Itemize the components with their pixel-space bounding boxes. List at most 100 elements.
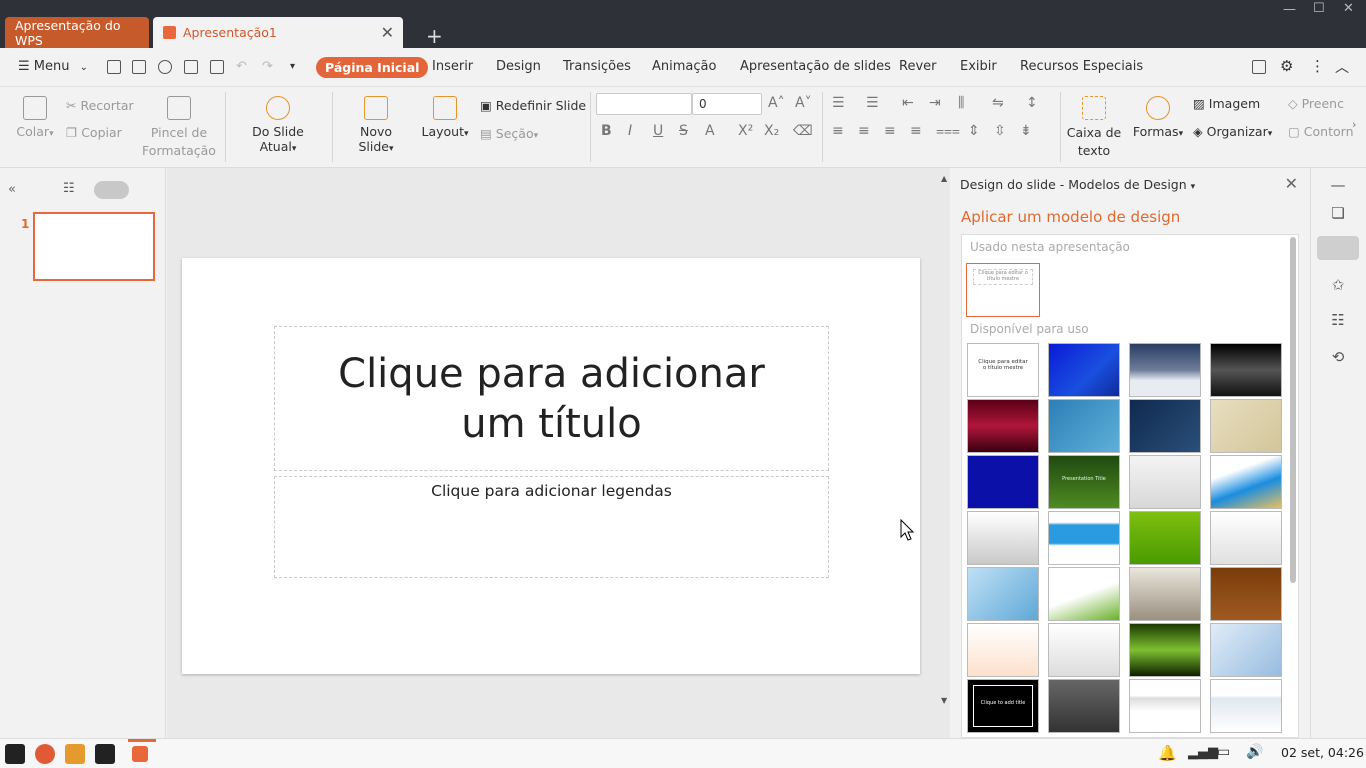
tab-inserir[interactable]: Inserir xyxy=(432,59,473,74)
bullets-icon[interactable]: ☰ xyxy=(832,95,845,111)
scroll-down-icon[interactable]: ▼ xyxy=(941,696,947,705)
strikethrough-icon[interactable]: S xyxy=(679,123,688,139)
layout-button[interactable]: Layout▾ xyxy=(420,96,470,139)
paragraph-spacing-icon[interactable]: ⇳ xyxy=(994,123,1006,139)
save-icon[interactable] xyxy=(132,60,146,74)
template-thumb[interactable] xyxy=(967,623,1039,677)
gallery-scrollbar[interactable] xyxy=(1290,237,1296,583)
scroll-up-icon[interactable]: ▲ xyxy=(941,174,947,183)
template-thumb[interactable] xyxy=(1048,623,1120,677)
editor-icon[interactable] xyxy=(95,744,115,764)
text-box-button[interactable]: Caixa de texto xyxy=(1066,96,1122,160)
template-thumb[interactable] xyxy=(1129,455,1201,509)
template-thumb[interactable] xyxy=(1210,679,1282,733)
section-button[interactable]: ▤ Seção▾ xyxy=(480,126,538,141)
canvas-scrollbar[interactable]: ▲ ▼ xyxy=(940,168,950,738)
tab-apresentacao[interactable]: Apresentação de slides xyxy=(740,59,891,74)
template-thumb[interactable]: Presentation Title xyxy=(1048,455,1120,509)
text-direction-icon[interactable]: ⇋ xyxy=(992,95,1004,111)
history-icon[interactable]: ⟲ xyxy=(1329,348,1347,366)
columns-icon[interactable]: ⫼ xyxy=(958,95,964,111)
increase-font-icon[interactable]: A˄ xyxy=(768,95,785,111)
tab-exibir[interactable]: Exibir xyxy=(960,59,997,74)
reset-slide-button[interactable]: ▣ Redefinir Slide xyxy=(480,98,586,113)
battery-icon[interactable]: ▭ xyxy=(1217,744,1230,760)
template-thumb[interactable] xyxy=(1210,343,1282,397)
close-tab-icon[interactable]: ✕ xyxy=(381,23,394,42)
decrease-font-icon[interactable]: A˅ xyxy=(795,95,812,111)
tab-rever[interactable]: Rever xyxy=(899,59,936,74)
tab-wps-home[interactable]: Apresentação do WPS xyxy=(5,17,149,48)
numbering-icon[interactable]: ☰ xyxy=(866,95,879,111)
maximize-icon[interactable]: ☐ xyxy=(1313,1,1325,16)
paste-button[interactable]: Colar▾ xyxy=(15,96,55,139)
distribute-icon[interactable]: ⩶ xyxy=(936,123,960,139)
template-thumb[interactable] xyxy=(1129,511,1201,565)
ribbon-scroll-right-icon[interactable]: › xyxy=(1352,118,1356,131)
text-mode-icon[interactable] xyxy=(1252,60,1266,74)
eraser-icon[interactable]: ⌫ xyxy=(793,123,813,139)
font-size-field[interactable]: 0 xyxy=(692,93,762,115)
template-thumb[interactable] xyxy=(1129,623,1201,677)
more-options-icon[interactable]: ⋮ xyxy=(1310,57,1325,75)
template-thumb[interactable] xyxy=(1210,511,1282,565)
decrease-indent-icon[interactable]: ⇤ xyxy=(902,95,914,111)
print-preview-icon[interactable] xyxy=(210,60,224,74)
volume-icon[interactable]: 🔊 xyxy=(1246,744,1263,760)
template-thumb[interactable] xyxy=(1048,679,1120,733)
slide[interactable]: Clique para adicionar um título Clique p… xyxy=(182,258,920,674)
wps-presentation-icon[interactable] xyxy=(132,746,148,762)
notifications-icon[interactable]: 🔔 xyxy=(1158,744,1177,762)
export-icon[interactable] xyxy=(158,60,172,74)
template-thumb[interactable]: Clique to add title xyxy=(967,679,1039,733)
outline-view-icon[interactable]: ☷ xyxy=(63,181,75,196)
template-thumb[interactable] xyxy=(1048,511,1120,565)
line-spacing-icon[interactable]: ↕ xyxy=(1026,95,1038,111)
open-folder-icon[interactable] xyxy=(107,60,121,74)
print-icon[interactable] xyxy=(184,60,198,74)
tab-animacao[interactable]: Animação xyxy=(652,59,716,74)
spacing-icon[interactable]: ⇕ xyxy=(968,123,980,139)
design-pane-toggle[interactable] xyxy=(1317,236,1359,260)
template-thumb[interactable] xyxy=(967,399,1039,453)
underline-icon[interactable]: U xyxy=(653,123,663,139)
align-right-icon[interactable]: ≡ xyxy=(884,123,896,139)
tab-recursos-especiais[interactable]: Recursos Especiais xyxy=(1020,59,1143,74)
shapes-button[interactable]: Formas▾ xyxy=(1130,96,1186,139)
template-thumb[interactable] xyxy=(967,455,1039,509)
undo-icon[interactable]: ↶ xyxy=(236,59,247,74)
firefox-icon[interactable] xyxy=(35,744,55,764)
properties-icon[interactable]: ☷ xyxy=(1329,311,1347,329)
italic-icon[interactable]: I xyxy=(628,123,632,139)
tab-pagina-inicial[interactable]: Página Inicial xyxy=(316,57,429,78)
align-left-icon[interactable]: ≡ xyxy=(832,123,844,139)
collapse-panel-icon[interactable]: « xyxy=(8,182,16,197)
template-thumb[interactable] xyxy=(967,511,1039,565)
new-slide-button[interactable]: Novo Slide▾ xyxy=(341,96,411,154)
slides-view-icon[interactable] xyxy=(94,181,129,199)
template-thumb[interactable] xyxy=(1210,455,1282,509)
animation-icon[interactable]: ✩ xyxy=(1329,276,1347,294)
copy-button[interactable]: ❐ Copiar xyxy=(66,125,122,140)
new-tab-icon[interactable]: + xyxy=(416,20,443,51)
launcher-icon[interactable] xyxy=(5,744,25,764)
subscript-icon[interactable]: X₂ xyxy=(764,123,779,139)
close-pane-icon[interactable]: ✕ xyxy=(1285,174,1298,193)
from-current-slide-button[interactable]: Do Slide Atual▾ xyxy=(234,96,322,154)
collapse-ribbon-icon[interactable]: ︿ xyxy=(1335,57,1349,77)
align-center-icon[interactable]: ≡ xyxy=(858,123,870,139)
font-color-icon[interactable]: A xyxy=(705,123,715,139)
tab-document[interactable]: Apresentação1 ✕ xyxy=(153,17,403,48)
tab-design[interactable]: Design xyxy=(496,59,541,74)
justify-icon[interactable]: ≡ xyxy=(910,123,922,139)
main-menu-button[interactable]: ☰ Menu ⌄ xyxy=(18,59,88,74)
slide-thumbnail[interactable] xyxy=(33,212,155,281)
template-thumb[interactable]: Clique para editar o título mestre xyxy=(967,343,1039,397)
template-thumb[interactable] xyxy=(1048,399,1120,453)
used-template-thumb[interactable]: Clique para editar o título mestre xyxy=(966,263,1040,317)
clock[interactable]: 02 set, 04:26 xyxy=(1281,745,1364,760)
arrange-button[interactable]: ◈ Organizar▾ xyxy=(1193,124,1272,139)
format-painter-button[interactable]: Pincel de Formatação xyxy=(142,96,216,160)
customize-dropdown-icon[interactable]: ▾ xyxy=(290,61,295,72)
template-thumb[interactable] xyxy=(1129,343,1201,397)
